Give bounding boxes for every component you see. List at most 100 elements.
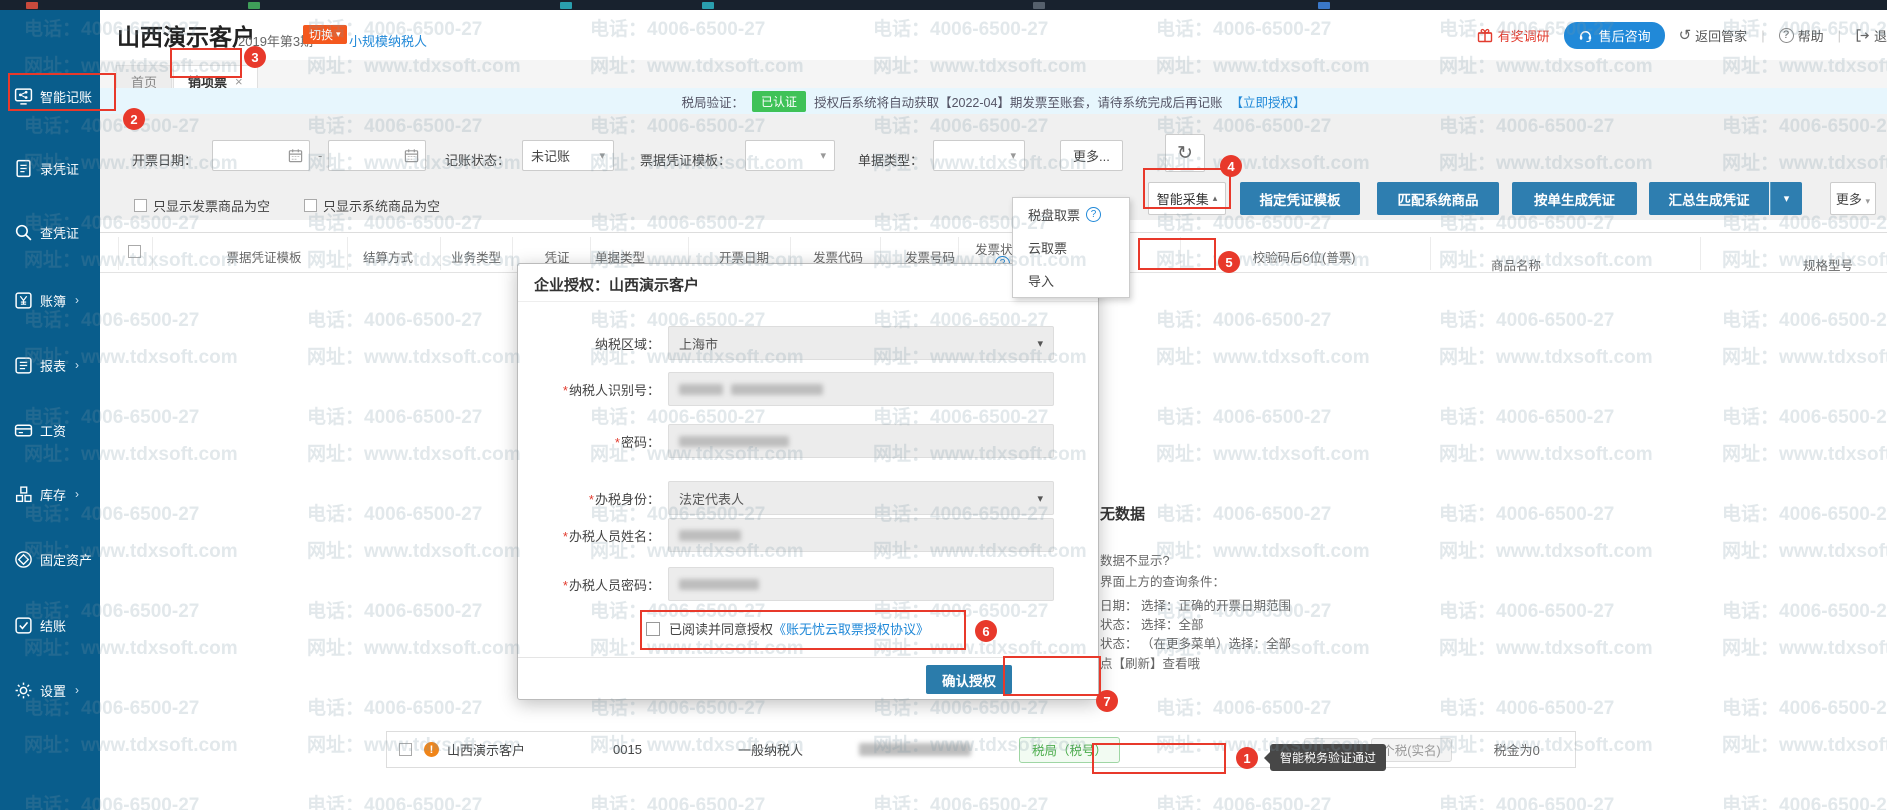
operator-name-row: *办税人员姓名： (518, 518, 1100, 552)
voucher-template-label: 票据凭证模板： (640, 150, 731, 169)
assign-template-button[interactable]: 指定凭证模板 (1240, 182, 1360, 215)
help-icon: ? (1779, 28, 1794, 43)
help-label: 帮助 (1798, 26, 1824, 45)
redacted-value (679, 579, 759, 590)
invoice-date-to-input[interactable] (328, 140, 426, 171)
refresh-button[interactable]: ↻ (1165, 134, 1205, 172)
taxpayer-type-text: 一般纳税人 (738, 740, 803, 759)
confirm-authorization-button[interactable]: 确认授权 (926, 665, 1012, 694)
submenu-arrow-icon: › (75, 683, 79, 697)
password-row: *密码： (518, 424, 1100, 458)
voucher-entry-icon (14, 159, 33, 178)
company-code: 0015 (613, 742, 642, 757)
identity-label-text: 办税身份： (595, 492, 660, 507)
more-filters-button[interactable]: 更多... (1060, 140, 1123, 171)
voucher-search-icon (14, 223, 33, 242)
agreement-prefix: 已阅读并同意授权 (669, 622, 773, 637)
help-icon[interactable]: ? (1086, 207, 1101, 222)
invoice-date-from-input[interactable] (212, 140, 310, 171)
column-header[interactable]: 规格型号 (1803, 255, 1853, 274)
sidebar-item-label: 工资 (40, 421, 66, 440)
column-divider (440, 237, 441, 270)
chevron-down-icon: ▾ (1037, 337, 1043, 350)
chevron-down-icon: ▾ (1037, 492, 1043, 505)
close-icon[interactable]: × (235, 74, 243, 89)
enterprise-authorization-modal: 企业授权：山西演示客户 × 纳税区域： 上海市 ▾ *纳税人识别号： *密码： … (517, 263, 1099, 700)
menu-item-import[interactable]: 导入 (1013, 264, 1129, 297)
sidebar-item-payroll[interactable]: 工资 (0, 412, 100, 448)
operator-password-label: *办税人员密码： (563, 575, 660, 594)
sidebar-item-ledger[interactable]: 账簿 › (0, 282, 100, 318)
column-header[interactable]: 校验码后6位(普票) (1253, 247, 1356, 266)
authorize-now-link[interactable]: 【立即授权】 (1230, 92, 1305, 111)
sidebar-item-fixed-assets[interactable]: 固定资产 (0, 541, 100, 577)
booking-status-select[interactable]: 未记账 ▾ (522, 140, 614, 171)
sidebar-item-smart-accounting[interactable]: 智能记账 (0, 78, 100, 114)
menu-item-cloud-invoice[interactable]: 云取票 (1013, 231, 1129, 264)
smart-collect-button[interactable]: 智能采集 ▴ (1148, 182, 1226, 215)
generate-by-doc-button[interactable]: 按单生成凭证 (1512, 182, 1637, 215)
voucher-template-select[interactable]: ▾ (745, 140, 835, 171)
sidebar-item-reports[interactable]: 报表 › (0, 347, 100, 383)
agreement-checkbox[interactable] (646, 622, 660, 636)
tax-id-input[interactable] (668, 372, 1054, 406)
booking-status-label: 记账状态： (445, 150, 510, 169)
no-data-help-line: 数据不显示? (1100, 550, 1169, 569)
company-row-checkbox[interactable] (399, 743, 412, 756)
column-divider (1700, 237, 1701, 270)
browser-chip (248, 2, 260, 9)
required-mark: * (589, 492, 594, 507)
select-all-checkbox[interactable] (128, 245, 141, 258)
agreement-link[interactable]: 《账无忧云取票授权协议》 (773, 622, 929, 637)
taxpayer-type-link[interactable]: 小规模纳税人 (349, 31, 427, 50)
browser-chip (1033, 2, 1045, 9)
password-input[interactable] (668, 424, 1054, 458)
column-header[interactable]: 结算方式 (363, 247, 413, 266)
support-label: 售后咨询 (1599, 26, 1651, 45)
switch-period-button[interactable]: 切换 ▾ (303, 25, 347, 44)
headset-icon (1578, 28, 1593, 43)
browser-chip (1318, 2, 1330, 9)
column-header[interactable]: 业务类型 (451, 247, 501, 266)
sidebar-item-voucher-search[interactable]: 查凭证 (0, 214, 100, 250)
generate-summary-dropdown[interactable]: ▾ (1770, 182, 1802, 215)
sidebar-item-settings[interactable]: 设置 › (0, 672, 100, 708)
doc-type-select[interactable]: ▾ (933, 140, 1025, 171)
column-header[interactable]: 票据凭证模板 (226, 247, 301, 266)
region-select[interactable]: 上海市 ▾ (668, 326, 1054, 360)
checkbox-label: 只显示系统商品为空 (323, 196, 440, 215)
sidebar-item-label: 设置 (40, 681, 66, 700)
modal-header: 企业授权：山西演示客户 × (518, 264, 1098, 302)
password-label: *密码： (615, 432, 660, 451)
show-empty-system-goods-checkbox[interactable]: 只显示系统商品为空 (304, 196, 440, 215)
company-name: 山西演示客户 (447, 740, 525, 759)
date-separator: - (318, 148, 322, 163)
notice-prefix: 税局验证： (682, 92, 745, 111)
match-goods-button[interactable]: 匹配系统商品 (1377, 182, 1499, 215)
filter-toolbar: 开票日期： - 记账状态： 未记账 ▾ 票据凭证模板： ▾ 单据类型： ▾ 更多… (100, 114, 1887, 220)
operator-password-input[interactable] (668, 567, 1054, 601)
column-header[interactable]: 商品名称 (1491, 255, 1541, 274)
sidebar-item-label: 账簿 (40, 291, 66, 310)
invoice-date-label: 开票日期： (132, 150, 197, 169)
verified-badge: 已认证 (752, 91, 806, 112)
sidebar-item-label: 固定资产 (40, 550, 92, 569)
help-link[interactable]: ? 帮助 (1779, 26, 1824, 45)
menu-item-tax-disk[interactable]: 税盘取票 ? (1013, 198, 1129, 231)
settings-icon (14, 681, 33, 700)
sidebar-item-voucher-entry[interactable]: 录凭证 (0, 150, 100, 186)
survey-link[interactable]: 有奖调研 (1477, 26, 1550, 45)
back-to-manager-link[interactable]: ↺ 返回管家 (1679, 26, 1748, 45)
generate-summary-button[interactable]: 汇总生成凭证 (1649, 182, 1769, 215)
logout-link[interactable]: 退 (1855, 26, 1887, 45)
chevron-down-icon: ▾ (820, 149, 826, 162)
tax-bureau-button[interactable]: 税局（税号） (1019, 737, 1120, 763)
identity-select[interactable]: 法定代表人 ▾ (668, 481, 1054, 515)
operator-name-input[interactable] (668, 518, 1054, 552)
sidebar-item-closing[interactable]: 结账 (0, 607, 100, 643)
sidebar-item-inventory[interactable]: 库存 › (0, 476, 100, 512)
more-actions-button[interactable]: 更多 ▾ (1830, 182, 1876, 215)
support-button[interactable]: 售后咨询 (1564, 22, 1665, 49)
submenu-arrow-icon: › (75, 487, 79, 501)
show-empty-invoice-goods-checkbox[interactable]: 只显示发票商品为空 (134, 196, 270, 215)
